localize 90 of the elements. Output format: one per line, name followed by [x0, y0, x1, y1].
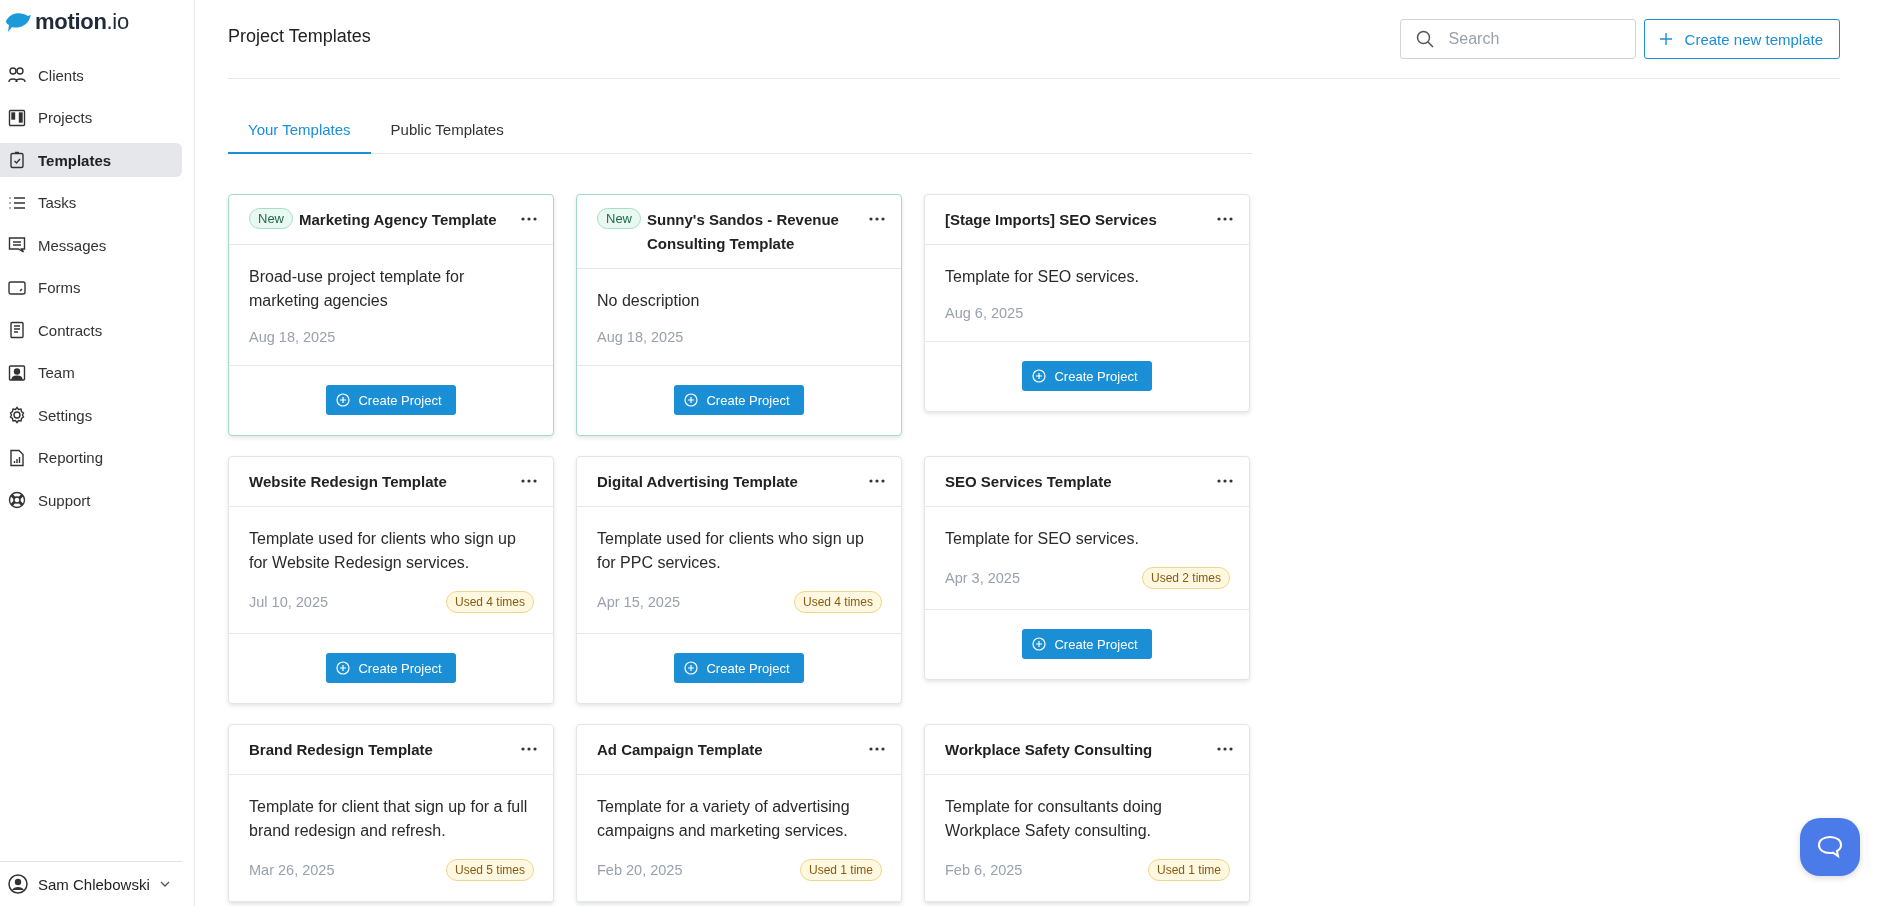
avatar-icon	[8, 874, 28, 894]
template-title: Website Redesign Template	[249, 472, 447, 492]
sidebar-item[interactable]: Tasks	[0, 185, 182, 220]
more-options-icon[interactable]	[1217, 747, 1233, 751]
plus-circle-icon	[336, 393, 351, 407]
sidebar-item[interactable]: Forms	[0, 270, 182, 305]
usage-badge: Used 4 times	[445, 591, 534, 613]
logo-icon	[4, 11, 32, 33]
template-date: Aug 18, 2025	[249, 329, 336, 345]
brand-name: motion.io	[35, 9, 129, 35]
plus-circle-icon	[1032, 369, 1047, 383]
template-date: Apr 3, 2025	[945, 570, 1020, 586]
template-title: Ad Campaign Template	[597, 740, 763, 760]
user-name[interactable]: Sam Chlebowski	[38, 875, 150, 893]
more-options-icon[interactable]	[1217, 479, 1233, 483]
template-title: SEO Services Template	[945, 472, 1112, 492]
new-badge: New	[249, 208, 293, 229]
template-date: Feb 20, 2025	[597, 862, 683, 878]
chat-button[interactable]	[1800, 818, 1860, 876]
create-project-button[interactable]: Create Project	[1022, 361, 1152, 391]
template-date: Mar 26, 2025	[249, 862, 335, 878]
template-title: Sunny's Sandos - Revenue Consulting Template	[647, 210, 840, 254]
nav-icon	[8, 108, 26, 127]
template-date: Apr 15, 2025	[597, 594, 681, 610]
nav-icon	[8, 448, 26, 467]
create-project-button[interactable]: Create Project	[674, 385, 804, 415]
chat-bubble-icon	[1817, 835, 1843, 859]
create-project-button[interactable]: Create Project	[674, 653, 804, 683]
template-description: No description	[597, 291, 701, 311]
usage-badge: Used 1 time	[1147, 859, 1230, 881]
nav-icon	[8, 151, 26, 169]
nav-icon	[8, 491, 26, 509]
more-options-icon[interactable]	[869, 217, 885, 221]
template-description: Template for SEO services.	[945, 529, 1140, 549]
plus-icon	[1658, 32, 1673, 46]
usage-badge: Used 5 times	[445, 859, 534, 881]
create-project-button[interactable]: Create Project	[326, 653, 456, 683]
sidebar-item[interactable]: Clients	[0, 58, 182, 92]
nav-icon	[8, 236, 26, 254]
template-title: [Stage Imports] SEO Services	[945, 210, 1157, 230]
tab[interactable]: Your Templates	[228, 109, 371, 154]
plus-circle-icon	[684, 661, 699, 675]
sidebar-item[interactable]: Settings	[0, 398, 182, 432]
template-date: Aug 6, 2025	[945, 305, 1024, 321]
sidebar-item[interactable]: Messages	[0, 228, 182, 262]
template-title: Marketing Agency Template	[299, 210, 497, 230]
template-title: Workplace Safety Consulting	[945, 740, 1153, 760]
create-project-button[interactable]: Create Project	[1022, 629, 1152, 659]
nav-icon	[8, 363, 26, 382]
more-options-icon[interactable]	[869, 479, 885, 483]
template-date: Aug 18, 2025	[597, 329, 684, 345]
more-options-icon[interactable]	[521, 479, 537, 483]
more-options-icon[interactable]	[1217, 217, 1233, 221]
sidebar-item[interactable]: Support	[0, 483, 182, 517]
more-options-icon[interactable]	[521, 747, 537, 751]
usage-badge: Used 4 times	[793, 591, 882, 613]
template-title: Digital Advertising Template	[597, 472, 798, 492]
more-options-icon[interactable]	[521, 217, 537, 221]
search-field[interactable]: Search	[1399, 19, 1636, 59]
nav-icon	[8, 406, 26, 424]
template-description: Template for SEO services.	[945, 267, 1140, 287]
usage-badge: Used 2 times	[1141, 567, 1230, 589]
template-description: Template for client that sign up for a full brand redesign and refresh.	[249, 797, 529, 841]
sidebar-item[interactable]: Templates	[0, 143, 182, 177]
create-project-button[interactable]: Create Project	[326, 385, 456, 415]
template-description: Template for a variety of advertising campaigns and marketing services.	[597, 797, 851, 841]
chevron-down-icon[interactable]	[159, 881, 170, 887]
nav-icon	[8, 66, 26, 84]
template-title: Brand Redesign Template	[249, 740, 433, 760]
sidebar-item[interactable]: Reporting	[0, 440, 182, 475]
template-description: Broad-use project template for marketing agencies	[249, 267, 466, 311]
plus-circle-icon	[684, 393, 699, 407]
template-date: Feb 6, 2025	[945, 862, 1023, 878]
nav-icon	[8, 278, 26, 297]
usage-badge: Used 1 time	[799, 859, 882, 881]
create-template-button[interactable]: Create new template	[1643, 19, 1840, 59]
nav-icon	[8, 321, 26, 339]
sidebar-item[interactable]: Contracts	[0, 313, 182, 347]
template-date: Jul 10, 2025	[249, 594, 328, 610]
template-description: Template used for clients who sign up for PPC services.	[597, 529, 865, 573]
template-description: Template for consultants doing Workplace Safety consulting.	[945, 797, 1163, 841]
plus-circle-icon	[336, 661, 351, 675]
sidebar-item[interactable]: Team	[0, 355, 182, 390]
tab[interactable]: Public Templates	[370, 109, 524, 154]
template-description: Template used for clients who sign up for Website Redesign services.	[249, 529, 517, 573]
sidebar-item[interactable]: Projects	[0, 100, 182, 135]
more-options-icon[interactable]	[869, 747, 885, 751]
page-title: Project Templates	[228, 25, 371, 47]
new-badge: New	[597, 208, 641, 229]
plus-circle-icon	[1032, 637, 1047, 651]
